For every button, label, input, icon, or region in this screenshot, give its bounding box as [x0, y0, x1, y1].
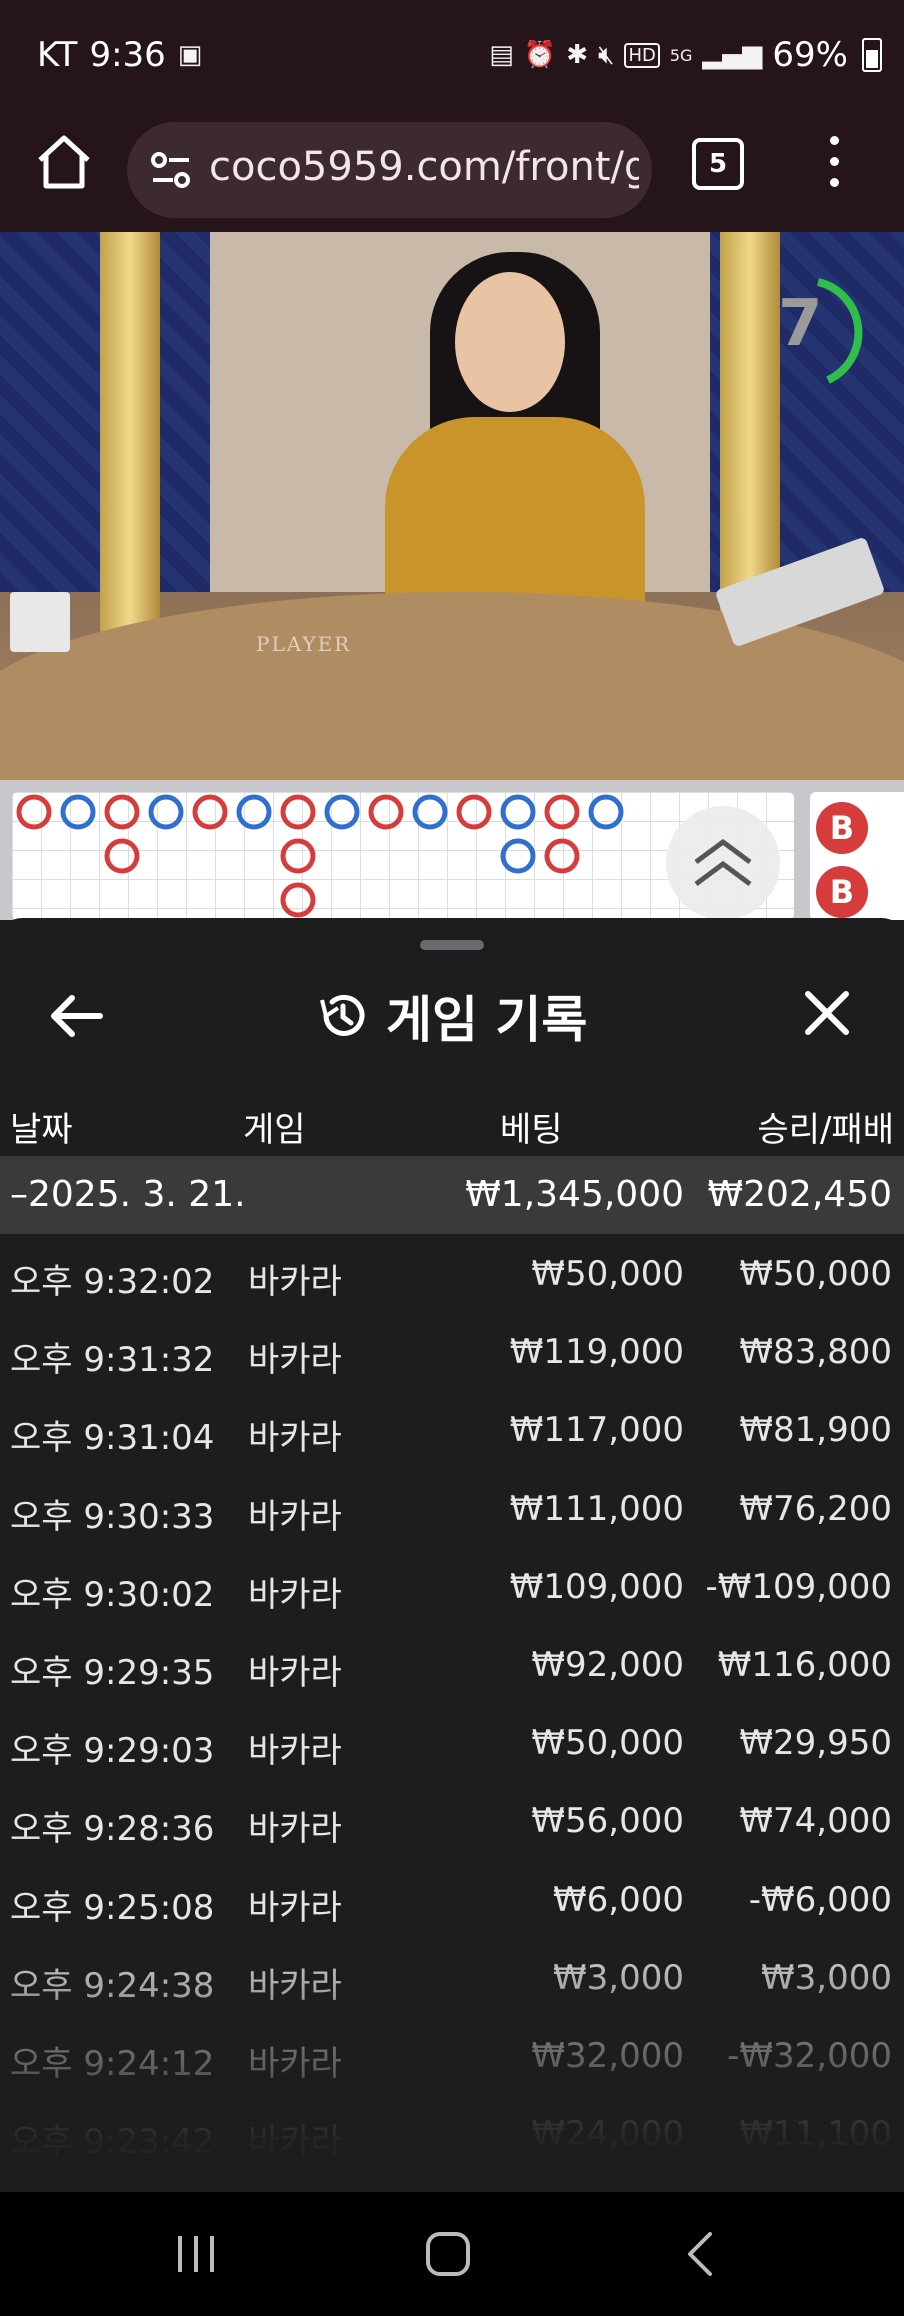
banker-badge: B: [816, 802, 868, 854]
date-group-row[interactable]: –2025. 3. 21. ₩1,345,000 ₩202,450: [0, 1156, 904, 1234]
recent-apps-icon[interactable]: [164, 2222, 228, 2286]
battery-icon: [862, 38, 882, 72]
sheet-title: 게임 기록: [316, 980, 587, 1052]
header-date: 날짜: [10, 1110, 73, 1150]
home-icon[interactable]: [32, 130, 96, 194]
mute-icon: 🔇︎: [598, 39, 615, 70]
history-list: 오후 9:32:02 바카라 ₩50,000 ₩50,000 오후 9:31:32 바카…: [0, 1234, 904, 2172]
table-row[interactable]: 오후 9:29:03 바카라 ₩50,000 ₩29,950: [0, 1703, 904, 1781]
tab-switcher-button[interactable]: 5: [692, 138, 744, 190]
sheet-title-text: 게임 기록: [386, 991, 588, 1049]
group-winloss-total: ₩202,450: [707, 1174, 892, 1215]
hd-voice-icon: HD: [624, 42, 660, 68]
browser-toolbar: coco5959.com/front/g 5: [0, 110, 904, 232]
table-row[interactable]: 오후 9:29:35 바카라 ₩92,000 ₩116,000: [0, 1625, 904, 1703]
signal-icon: ▂▄▆: [702, 40, 763, 70]
bead-road: B B: [0, 780, 904, 920]
header-bet: 베팅: [500, 1110, 563, 1150]
home-nav-icon[interactable]: [416, 2222, 480, 2286]
group-bet-total: ₩1,345,000: [465, 1174, 684, 1215]
dealer-head: [455, 272, 565, 412]
sheet-drag-handle[interactable]: [420, 940, 484, 950]
back-nav-icon[interactable]: [670, 2222, 734, 2286]
table-row[interactable]: 오후 9:30:33 바카라 ₩111,000 ₩76,200: [0, 1469, 904, 1547]
banker-badge: B: [816, 866, 868, 918]
alarm-icon: ⏰: [523, 40, 557, 70]
system-nav-bar: [0, 2192, 904, 2316]
carrier-label: KT: [37, 35, 78, 75]
bluetooth-icon: ✱: [566, 40, 589, 70]
more-menu-icon[interactable]: [826, 136, 842, 196]
status-bar: KT 9:36 ▣ ▤ ⏰ ✱ 🔇︎ HD 5G ▂▄▆ 69%: [0, 0, 904, 110]
header-game: 게임: [243, 1110, 306, 1150]
table-row[interactable]: 오후 9:31:04 바카라 ₩117,000 ₩81,900: [0, 1390, 904, 1468]
table-row[interactable]: 오후 9:28:36 바카라 ₩56,000 ₩74,000: [0, 1781, 904, 1859]
table-label: PLAYER: [256, 632, 352, 656]
table-row[interactable]: 오후 9:25:08 바카라 ₩6,000 -₩6,000: [0, 1860, 904, 1938]
clipboard-icon: ▤: [489, 40, 514, 70]
card-tray: [10, 592, 70, 652]
table-row[interactable]: 오후 9:24:38 바카라 ₩3,000 ₩3,000: [0, 1938, 904, 2016]
address-bar[interactable]: coco5959.com/front/g: [127, 122, 652, 218]
game-history-sheet: 게임 기록 날짜 게임 베팅 승리/패배 –2025. 3. 21. ₩1,34…: [0, 918, 904, 2192]
table-row[interactable]: 오후 9:30:02 바카라 ₩109,000 -₩109,000: [0, 1547, 904, 1625]
battery-percent: 69%: [772, 35, 848, 75]
url-text: coco5959.com/front/g: [209, 144, 639, 190]
countdown-timer: 7: [778, 287, 823, 361]
collapse-roadmap-button[interactable]: [666, 806, 780, 920]
live-dealer-video: PLAYER 7: [0, 232, 904, 780]
big-road-preview: B B: [810, 792, 904, 920]
table-row[interactable]: 오후 9:32:02 바카라 ₩50,000 ₩50,000: [0, 1234, 904, 1312]
back-arrow-icon[interactable]: [46, 986, 106, 1046]
group-date: –2025. 3. 21.: [10, 1174, 246, 1215]
header-winloss: 승리/패배: [757, 1110, 894, 1150]
gold-pillar: [100, 232, 160, 632]
network-type-icon: 5G: [669, 45, 693, 65]
table-row[interactable]: 오후 9:23:42 바카라 ₩24,000 ₩11,100: [0, 2094, 904, 2172]
site-settings-icon[interactable]: [151, 152, 191, 188]
table-header: 날짜 게임 베팅 승리/패배: [0, 1088, 904, 1160]
history-icon: [320, 994, 365, 1036]
table-row[interactable]: 오후 9:31:32 바카라 ₩119,000 ₩83,800: [0, 1312, 904, 1390]
close-icon[interactable]: [796, 982, 858, 1044]
double-chevron-up-icon: [694, 838, 752, 887]
table-row[interactable]: 오후 9:24:12 바카라 ₩32,000 -₩32,000: [0, 2016, 904, 2094]
clock: 9:36: [89, 35, 166, 75]
image-notification-icon: ▣: [177, 40, 203, 70]
